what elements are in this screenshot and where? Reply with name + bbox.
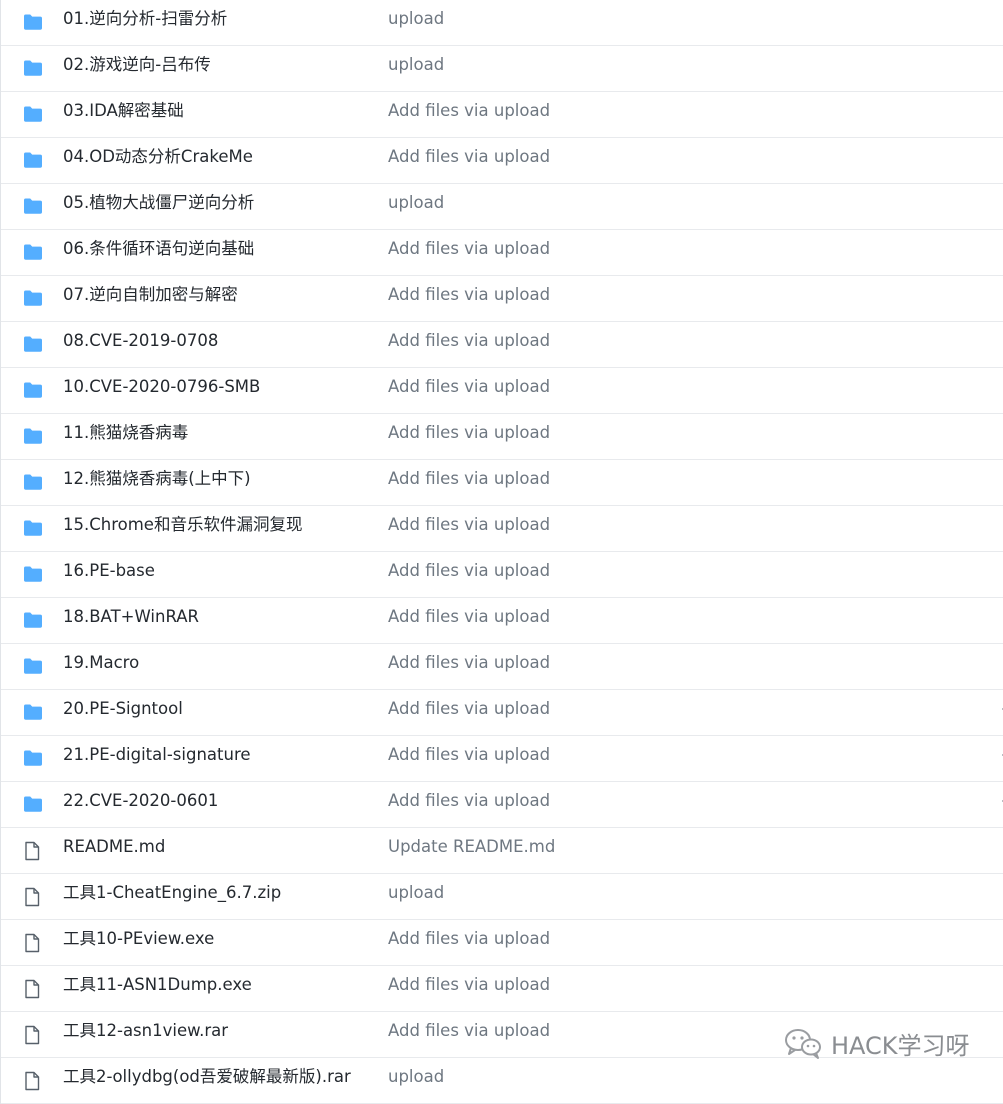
entry-name-link[interactable]: 10.CVE-2020-0796-SMB [63,368,260,406]
folder-row-3[interactable]: 03.IDA解密基础 Add files via upload [1,92,1003,138]
folder-row-18[interactable]: 22.CVE-2020-0601 Add files via upload [1,782,1003,828]
folder-icon [23,473,43,493]
folder-row-2[interactable]: 02.游戏逆向-吕布传 upload [1,46,1003,92]
entry-name-link[interactable]: 20.PE-Signtool [63,690,183,728]
file-icon [23,841,43,861]
commit-message-link[interactable]: Add files via upload [388,414,550,452]
commit-message-link[interactable]: Add files via upload [388,736,550,774]
file-icon [23,887,43,907]
file-icon [23,1071,43,1091]
commit-message-link[interactable]: Add files via upload [388,1012,550,1050]
commit-message-link[interactable]: Update README.md [388,828,555,866]
folder-icon [23,13,43,33]
commit-message-link[interactable]: Add files via upload [388,506,550,544]
folder-row-13[interactable]: 16.PE-base Add files via upload [1,552,1003,598]
commit-message-link[interactable]: Add files via upload [388,552,550,590]
entry-name-link[interactable]: 07.逆向自制加密与解密 [63,276,238,314]
entry-name-link[interactable]: 05.植物大战僵尸逆向分析 [63,184,254,222]
file-row-19[interactable]: README.md Update README.md [1,828,1003,874]
folder-icon [23,59,43,79]
file-list: 01.逆向分析-扫雷分析 upload 02.游戏逆向-吕布传 upload 03.ID… [0,0,1003,1104]
folder-icon [23,243,43,263]
entry-name-link[interactable]: 21.PE-digital-signature [63,736,251,774]
folder-row-8[interactable]: 08.CVE-2019-0708 Add files via upload [1,322,1003,368]
commit-message-link[interactable]: upload [388,1058,444,1096]
entry-name-link[interactable]: 15.Chrome和音乐软件漏洞复现 [63,506,302,544]
entry-name-link[interactable]: 工具2-ollydbg(od吾爱破解最新版).rar [63,1058,351,1096]
folder-row-4[interactable]: 04.OD动态分析CrakeMe Add files via upload [1,138,1003,184]
watermark: HACK学习呀 [783,1023,970,1063]
folder-icon [23,197,43,217]
entry-name-link[interactable]: README.md [63,828,165,866]
commit-message-link[interactable]: Add files via upload [388,920,550,958]
commit-message-link[interactable]: Add files via upload [388,598,550,636]
folder-icon [23,381,43,401]
folder-row-17[interactable]: 21.PE-digital-signature Add files via upl… [1,736,1003,782]
commit-message-link[interactable]: Add files via upload [388,138,550,176]
entry-name-link[interactable]: 08.CVE-2019-0708 [63,322,218,360]
entry-name-link[interactable]: 04.OD动态分析CrakeMe [63,138,253,176]
commit-message-link[interactable]: Add files via upload [388,966,550,1004]
folder-icon [23,519,43,539]
folder-row-11[interactable]: 12.熊猫烧香病毒(上中下) Add files via upload [1,460,1003,506]
watermark-text: HACK学习呀 [831,1031,970,1060]
entry-name-link[interactable]: 03.IDA解密基础 [63,92,184,130]
folder-row-14[interactable]: 18.BAT+WinRAR Add files via upload [1,598,1003,644]
file-row-21[interactable]: 工具10-PEview.exe Add files via upload [1,920,1003,966]
folder-icon [23,565,43,585]
commit-message-link[interactable]: upload [388,46,444,84]
entry-name-link[interactable]: 11.熊猫烧香病毒 [63,414,188,452]
folder-icon [23,289,43,309]
commit-message-link[interactable]: Add files via upload [388,230,550,268]
commit-message-link[interactable]: upload [388,874,444,912]
commit-message-link[interactable]: Add files via upload [388,782,550,820]
commit-message-link[interactable]: upload [388,184,444,222]
folder-row-15[interactable]: 19.Macro Add files via upload [1,644,1003,690]
entry-name-link[interactable]: 02.游戏逆向-吕布传 [63,46,211,84]
entry-name-link[interactable]: 12.熊猫烧香病毒(上中下) [63,460,251,498]
entry-name-link[interactable]: 22.CVE-2020-0601 [63,782,218,820]
folder-row-7[interactable]: 07.逆向自制加密与解密 Add files via upload [1,276,1003,322]
folder-icon [23,749,43,769]
commit-message-link[interactable]: Add files via upload [388,322,550,360]
commit-message-link[interactable]: Add files via upload [388,644,550,682]
file-row-20[interactable]: 工具1-CheatEngine_6.7.zip upload [1,874,1003,920]
folder-row-1[interactable]: 01.逆向分析-扫雷分析 upload [1,0,1003,46]
folder-row-6[interactable]: 06.条件循环语句逆向基础 Add files via upload [1,230,1003,276]
entry-name-link[interactable]: 19.Macro [63,644,139,682]
folder-row-9[interactable]: 10.CVE-2020-0796-SMB Add files via upload [1,368,1003,414]
entry-name-link[interactable]: 16.PE-base [63,552,155,590]
folder-row-10[interactable]: 11.熊猫烧香病毒 Add files via upload [1,414,1003,460]
folder-row-5[interactable]: 05.植物大战僵尸逆向分析 upload [1,184,1003,230]
commit-message-link[interactable]: Add files via upload [388,276,550,314]
commit-message-link[interactable]: Add files via upload [388,92,550,130]
file-row-24[interactable]: 工具2-ollydbg(od吾爱破解最新版).rar upload [1,1058,1003,1104]
folder-icon [23,105,43,125]
folder-icon [23,657,43,677]
file-icon [23,933,43,953]
wechat-icon [783,1026,823,1060]
file-row-22[interactable]: 工具11-ASN1Dump.exe Add files via upload [1,966,1003,1012]
folder-row-16[interactable]: 20.PE-Signtool Add files via upload [1,690,1003,736]
entry-name-link[interactable]: 18.BAT+WinRAR [63,598,199,636]
commit-message-link[interactable]: upload [388,0,444,38]
folder-icon [23,427,43,447]
folder-icon [23,335,43,355]
entry-name-link[interactable]: 工具12-asn1view.rar [63,1012,228,1050]
file-icon [23,979,43,999]
commit-message-link[interactable]: Add files via upload [388,690,550,728]
folder-icon [23,703,43,723]
commit-message-link[interactable]: Add files via upload [388,368,550,406]
entry-name-link[interactable]: 01.逆向分析-扫雷分析 [63,0,227,38]
entry-name-link[interactable]: 工具1-CheatEngine_6.7.zip [63,874,281,912]
folder-row-12[interactable]: 15.Chrome和音乐软件漏洞复现 Add files via upload [1,506,1003,552]
entry-name-link[interactable]: 工具11-ASN1Dump.exe [63,966,252,1004]
entry-name-link[interactable]: 06.条件循环语句逆向基础 [63,230,254,268]
entry-name-link[interactable]: 工具10-PEview.exe [63,920,214,958]
commit-message-link[interactable]: Add files via upload [388,460,550,498]
file-icon [23,1025,43,1045]
folder-icon [23,611,43,631]
folder-icon [23,795,43,815]
folder-icon [23,151,43,171]
